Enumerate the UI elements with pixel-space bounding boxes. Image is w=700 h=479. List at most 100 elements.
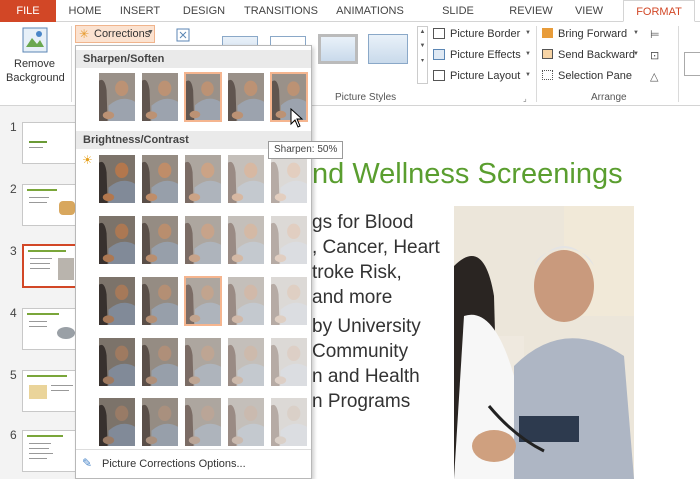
brightness-contrast-preset[interactable] <box>184 397 222 447</box>
ribbon-separator <box>71 26 72 102</box>
brightness-contrast-preset[interactable] <box>270 154 308 204</box>
slide-thumbnail-6[interactable] <box>22 430 78 472</box>
slide-number: 6 <box>10 428 17 442</box>
brightness-contrast-preset[interactable] <box>141 215 179 265</box>
slide-thumbnail-1[interactable] <box>22 122 78 164</box>
ribbon-tab-bar: FILE HOME INSERT DESIGN TRANSITIONS ANIM… <box>0 0 700 39</box>
brightness-contrast-preset[interactable] <box>184 215 222 265</box>
sharpen-tooltip: Sharpen: 50% <box>268 141 344 159</box>
ribbon-separator <box>678 26 679 102</box>
tab-file[interactable]: FILE <box>0 0 56 22</box>
tab-animations[interactable]: ANIMATIONS <box>332 0 408 22</box>
chevron-down-icon: ▼ <box>525 30 531 36</box>
tab-insert[interactable]: INSERT <box>115 0 165 22</box>
brightness-contrast-preset[interactable] <box>184 154 222 204</box>
brightness-contrast-preset[interactable] <box>227 154 265 204</box>
chevron-down-icon: ▼ <box>633 51 639 57</box>
chevron-down-icon: ▼ <box>525 72 531 78</box>
tab-design[interactable]: DESIGN <box>178 0 230 22</box>
sharpen-soften-header: Sharpen/Soften <box>76 50 311 68</box>
brightness-contrast-preset[interactable] <box>270 276 308 326</box>
brightness-contrast-preset[interactable] <box>227 337 265 387</box>
picture-effects-button[interactable]: Picture Effects ▼ <box>433 47 533 65</box>
sharpen-preset-2[interactable] <box>141 72 179 122</box>
slide-thumbnail-2[interactable] <box>22 184 78 226</box>
brightness-contrast-preset[interactable] <box>184 337 222 387</box>
corrections-label: Corrections <box>94 28 151 40</box>
selection-pane-button[interactable]: Selection Pane <box>542 68 640 86</box>
picture-style-item[interactable] <box>368 34 408 64</box>
sharpen-preset-4[interactable] <box>227 72 265 122</box>
brightness-contrast-preset[interactable] <box>270 397 308 447</box>
tab-format[interactable]: FORMAT <box>623 0 695 22</box>
brightness-contrast-preset[interactable] <box>141 276 179 326</box>
group-icon[interactable]: ⊡ <box>650 49 659 62</box>
slide-thumbnail-4[interactable] <box>22 308 78 350</box>
brightness-contrast-preset[interactable] <box>141 397 179 447</box>
layout-icon <box>433 70 445 81</box>
mouse-cursor-icon <box>290 108 304 128</box>
brightness-contrast-preset[interactable] <box>270 215 308 265</box>
tab-slide-show[interactable]: SLIDE SHOW <box>424 0 492 39</box>
corrections-dropdown: Sharpen/Soften Brightness/Contrast ☀ ✎ P… <box>75 45 312 479</box>
slide-body-line: n and Health <box>312 366 420 387</box>
picture-style-item[interactable] <box>318 34 358 64</box>
brightness-contrast-preset[interactable] <box>98 397 136 447</box>
slide-body-line: troke Risk, <box>312 262 402 283</box>
sharpen-preset-3[interactable] <box>184 72 222 122</box>
brightness-contrast-preset[interactable] <box>98 337 136 387</box>
brightness-contrast-preset[interactable] <box>184 276 222 326</box>
slide-canvas[interactable]: nd Wellness Screenings gs for Blood , Ca… <box>312 106 700 479</box>
picture-corrections-options-label: Picture Corrections Options... <box>102 458 246 470</box>
brightness-contrast-preset[interactable] <box>98 154 136 204</box>
crop-icon[interactable] <box>684 52 700 76</box>
menu-divider <box>76 449 311 450</box>
tab-transitions[interactable]: TRANSITIONS <box>242 0 320 22</box>
options-icon: ✎ <box>82 456 93 470</box>
rotate-icon[interactable]: △ <box>650 70 658 83</box>
slide-number: 4 <box>10 306 17 320</box>
slide-thumbnail-5[interactable] <box>22 370 78 412</box>
brightness-contrast-preset[interactable] <box>141 337 179 387</box>
remove-background-icon <box>22 27 48 53</box>
brightness-contrast-preset[interactable] <box>227 215 265 265</box>
tab-home[interactable]: HOME <box>62 0 108 22</box>
slide-thumbnail-3[interactable] <box>22 244 78 288</box>
chevron-down-icon: ▼ <box>525 51 531 57</box>
slide-number: 2 <box>10 182 17 196</box>
slide-number: 3 <box>10 244 17 258</box>
brightness-contrast-preset[interactable] <box>227 397 265 447</box>
brightness-contrast-preset[interactable] <box>98 276 136 326</box>
tab-review[interactable]: REVIEW <box>505 0 557 22</box>
send-backward-button[interactable]: Send Backward ▼ <box>542 47 640 65</box>
slide-photo[interactable] <box>454 206 634 479</box>
selection-pane-label: Selection Pane <box>558 70 632 82</box>
brightness-contrast-preset[interactable] <box>141 154 179 204</box>
picture-layout-button[interactable]: Picture Layout ▼ <box>433 68 533 86</box>
sharpen-preset-1[interactable] <box>98 72 136 122</box>
brightness-contrast-preset[interactable] <box>98 215 136 265</box>
remove-label-line1: Remove <box>14 58 55 70</box>
gallery-scroll[interactable]: ▲ ▼ ▾ <box>417 26 428 84</box>
remove-label-line2: Background <box>6 72 65 84</box>
brightness-contrast-preset[interactable] <box>227 276 265 326</box>
brightness-contrast-preset[interactable] <box>270 337 308 387</box>
ribbon-separator <box>536 26 537 102</box>
picture-border-label: Picture Border <box>450 28 521 40</box>
corrections-button[interactable]: ✳ Corrections ▼ <box>75 25 155 43</box>
slide-title[interactable]: nd Wellness Screenings <box>312 158 623 191</box>
effects-icon <box>433 49 445 60</box>
picture-border-button[interactable]: Picture Border ▼ <box>433 26 533 44</box>
align-icon[interactable]: ⊨ <box>650 28 660 41</box>
bring-forward-button[interactable]: Bring Forward ▼ <box>542 26 640 44</box>
slide-body-line: by University <box>312 316 421 337</box>
send-backward-label: Send Backward <box>558 49 636 61</box>
picture-corrections-options-item[interactable]: ✎ Picture Corrections Options... <box>80 454 310 474</box>
dialog-launcher-icon[interactable]: ⌟ <box>523 94 527 103</box>
selection-pane-icon <box>542 70 553 80</box>
compress-pictures-icon[interactable] <box>175 27 191 43</box>
tab-view[interactable]: VIEW <box>570 0 608 22</box>
corrections-icon: ✳ <box>79 27 90 41</box>
remove-background-button[interactable]: Remove Background <box>4 24 66 88</box>
slide-number: 5 <box>10 368 17 382</box>
